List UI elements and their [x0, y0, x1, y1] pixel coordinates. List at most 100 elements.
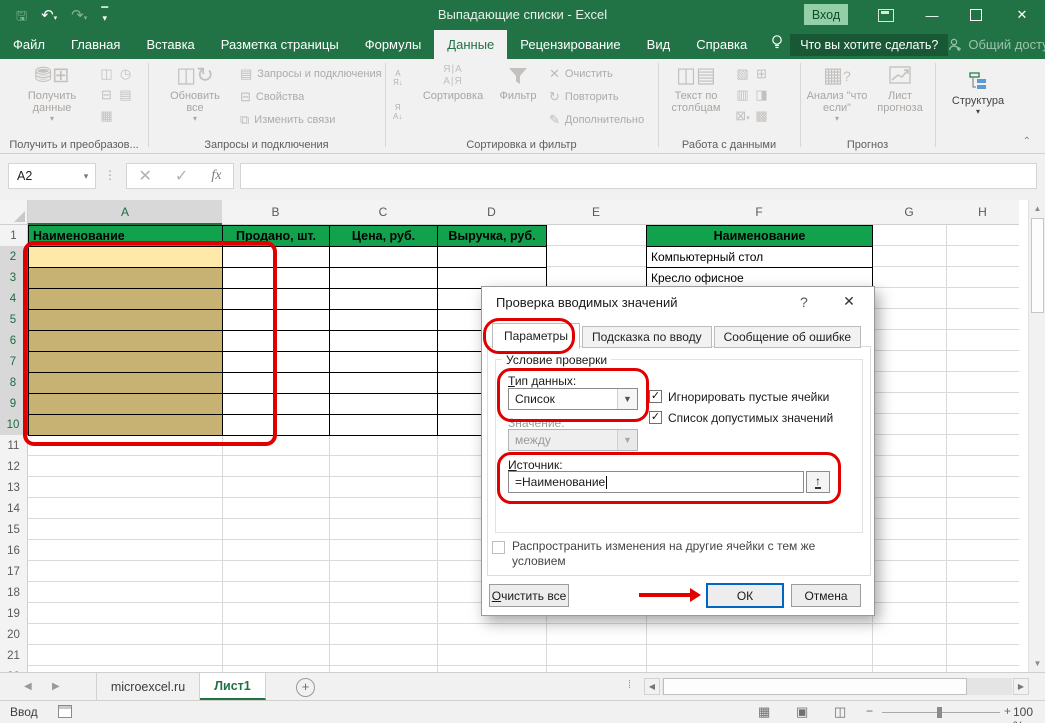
row-header-1[interactable]: 1: [0, 225, 28, 247]
forecast-sheet-button[interactable]: Лист прогноза: [870, 62, 930, 114]
row-header-9[interactable]: 9: [0, 393, 28, 415]
grid-cell-B4[interactable]: [222, 288, 330, 310]
filter-button[interactable]: Фильтр: [493, 62, 543, 102]
vertical-scrollbar-thumb[interactable]: [1031, 218, 1044, 313]
sheet-nav-left-icon[interactable]: ◀: [24, 681, 32, 692]
grid-cell-A5[interactable]: [28, 309, 223, 331]
grid-cell-C4[interactable]: [329, 288, 438, 310]
name-box-dropdown-icon[interactable]: ▾: [77, 171, 95, 182]
grid-cell-C5[interactable]: [329, 309, 438, 331]
column-header-E[interactable]: E: [546, 200, 647, 225]
data-tools-mini-icons[interactable]: ▧⊞ ▥◨ ⊠▾▩: [734, 66, 770, 127]
grid-cell-A7[interactable]: [28, 351, 223, 373]
dialog-tab-1[interactable]: Параметры: [492, 323, 580, 349]
undo-icon[interactable]: ↶▾: [41, 8, 57, 23]
what-if-button[interactable]: ▦? Анализ "что если" ▾: [806, 62, 868, 123]
grid-cell-C2[interactable]: [329, 246, 438, 268]
clear-all-button[interactable]: Очистить все: [489, 584, 569, 607]
clear-filter-item[interactable]: ✕Очистить: [549, 67, 613, 80]
grid-cell-C1[interactable]: Цена, руб.: [329, 225, 438, 247]
row-header-4[interactable]: 4: [0, 288, 28, 310]
menu-tab-Данные[interactable]: Данные: [434, 30, 507, 59]
from-web-icon[interactable]: ⊟: [98, 87, 115, 106]
grid-cell-A6[interactable]: [28, 330, 223, 352]
scroll-right-icon[interactable]: ▶: [1013, 678, 1029, 695]
grid-cell-A1[interactable]: Наименование: [28, 225, 223, 247]
save-icon[interactable]: 🖫: [16, 9, 27, 22]
menu-tab-Справка[interactable]: Справка: [683, 30, 760, 59]
vertical-scrollbar[interactable]: ▲ ▼: [1028, 200, 1045, 672]
row-header-14[interactable]: 14: [0, 498, 28, 520]
grid-cell-B10[interactable]: [222, 414, 330, 436]
column-header-H[interactable]: H: [946, 200, 1019, 225]
insert-function-icon[interactable]: fx: [211, 168, 221, 184]
menu-tab-Файл[interactable]: Файл: [0, 30, 58, 59]
menu-tab-Формулы[interactable]: Формулы: [352, 30, 435, 59]
get-transform-mini-icons[interactable]: ◫◷ ⊟▤ ▦: [98, 66, 134, 127]
column-header-G[interactable]: G: [872, 200, 947, 225]
horizontal-scrollbar-thumb[interactable]: [663, 678, 967, 695]
grid-cell-C8[interactable]: [329, 372, 438, 394]
menu-tab-Разметка страницы[interactable]: Разметка страницы: [208, 30, 352, 59]
formula-bar-drag-handle[interactable]: ⋮: [104, 168, 117, 182]
from-table-icon[interactable]: ▤: [117, 87, 134, 106]
grid-cell-B6[interactable]: [222, 330, 330, 352]
name-box[interactable]: A2 ▾: [8, 163, 96, 189]
customize-qat-icon[interactable]: ▔▾: [101, 9, 108, 21]
grid-cell-B8[interactable]: [222, 372, 330, 394]
sheet-tab-microexcel[interactable]: microexcel.ru: [96, 673, 200, 700]
row-header-2[interactable]: 2: [0, 246, 28, 268]
column-header-C[interactable]: C: [329, 200, 438, 225]
menu-tab-Рецензирование[interactable]: Рецензирование: [507, 30, 633, 59]
row-header-21[interactable]: 21: [0, 645, 28, 667]
from-range-icon[interactable]: ▦: [98, 108, 115, 127]
row-header-13[interactable]: 13: [0, 477, 28, 499]
share-button[interactable]: Общий доступ: [948, 37, 1045, 52]
dialog-tab-2[interactable]: Подсказка по вводу: [582, 326, 712, 348]
column-header-B[interactable]: B: [222, 200, 330, 225]
page-layout-view-icon[interactable]: ▣: [796, 704, 808, 720]
from-text-icon[interactable]: ◫: [98, 66, 115, 85]
row-header-17[interactable]: 17: [0, 561, 28, 583]
flash-fill-icon[interactable]: ▧: [734, 66, 751, 85]
column-header-F[interactable]: F: [646, 200, 873, 225]
tell-me-search-input[interactable]: Что вы хотите сделать?: [790, 34, 948, 56]
ok-button[interactable]: ОК: [706, 583, 784, 608]
close-button[interactable]: ✕: [1002, 0, 1042, 30]
formula-input[interactable]: [240, 163, 1037, 189]
new-sheet-button[interactable]: +: [296, 678, 315, 697]
column-header-D[interactable]: D: [437, 200, 547, 225]
grid-cell-D2[interactable]: [437, 246, 547, 268]
scroll-left-icon[interactable]: ◀: [644, 678, 660, 695]
grid-cell-B7[interactable]: [222, 351, 330, 373]
column-header-A[interactable]: A: [28, 200, 223, 225]
scroll-down-icon[interactable]: ▼: [1031, 659, 1044, 668]
queries-connections-item[interactable]: ▤Запросы и подключения: [240, 67, 382, 80]
select-all-corner[interactable]: [0, 200, 28, 225]
collapse-ribbon-icon[interactable]: ⌃: [1023, 136, 1031, 147]
row-header-15[interactable]: 15: [0, 519, 28, 541]
row-header-19[interactable]: 19: [0, 603, 28, 625]
sheet-nav-right-icon[interactable]: ▶: [52, 681, 60, 692]
grid-cell-D1[interactable]: Выручка, руб.: [437, 225, 547, 247]
row-header-16[interactable]: 16: [0, 540, 28, 562]
advanced-item[interactable]: ✎Дополнительно: [549, 113, 644, 126]
recent-sources-icon[interactable]: ◷: [117, 66, 134, 85]
grid-cell-A9[interactable]: [28, 393, 223, 415]
remove-duplicates-icon[interactable]: ▥: [734, 87, 751, 106]
manage-data-model-icon[interactable]: ▩: [753, 108, 770, 127]
grid-cell-A4[interactable]: [28, 288, 223, 310]
minimize-button[interactable]: —: [912, 0, 952, 30]
row-header-10[interactable]: 10: [0, 414, 28, 436]
dialog-close-icon[interactable]: ✕: [834, 293, 864, 310]
page-break-view-icon[interactable]: ◫: [834, 704, 846, 720]
data-validation-icon[interactable]: ⊠▾: [734, 108, 751, 127]
grid-cell-A3[interactable]: [28, 267, 223, 289]
zoom-out-icon[interactable]: −: [866, 704, 873, 718]
row-header-11[interactable]: 11: [0, 435, 28, 457]
cancel-button[interactable]: Отмена: [791, 584, 861, 607]
grid-cell-A10[interactable]: [28, 414, 223, 436]
grid-cell-F2[interactable]: Компьютерный стол: [646, 246, 873, 268]
menu-tab-Вид[interactable]: Вид: [634, 30, 684, 59]
redo-icon[interactable]: ↷▾: [71, 8, 87, 23]
